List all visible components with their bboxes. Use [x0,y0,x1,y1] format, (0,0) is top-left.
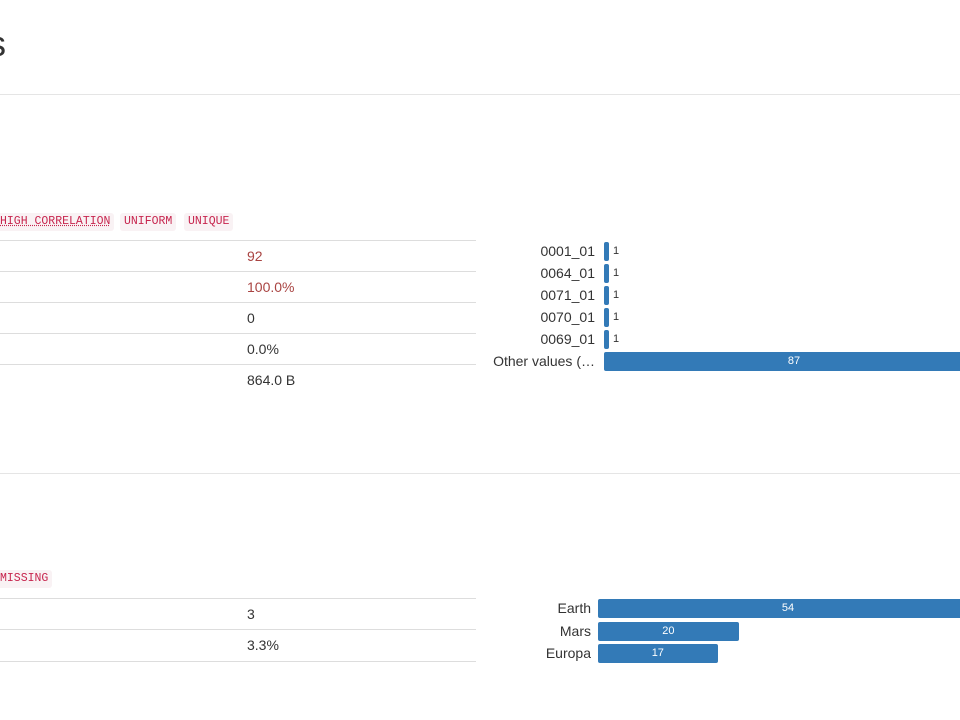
bar-value-label: 1 [613,289,620,301]
stat-row: 92 [0,240,476,272]
bar [604,286,609,305]
bar-value-label: 1 [613,333,620,345]
bar-category-label: 0071_01 [540,287,595,303]
variable2-frequency-chart: Earth 54 Mars 20 Europa 17 [480,596,960,668]
stat-value: 3.3% [247,637,279,653]
badge-uniform: UNIFORM [120,213,177,231]
stat-value: 92 [247,248,263,264]
page-title: s [0,20,6,68]
stat-row: 864.0 B [0,364,476,396]
bar-category-label: 0070_01 [540,309,595,325]
bar-value-label: 1 [613,245,620,257]
header-divider [0,94,960,95]
bar [604,330,609,349]
variable1-frequency-chart: 0001_01 1 0064_01 1 0071_01 1 0070_01 1 0069_01 1… [480,238,960,378]
stat-value: 864.0 B [247,372,296,388]
section-divider [0,473,960,474]
stat-row: 3 [0,598,476,630]
bar-value-label: 54 [781,602,795,614]
stat-value: 100.0% [247,279,295,295]
stat-row: 0 [0,302,476,334]
bar-category-label: Europa [545,645,591,661]
stat-row: 100.0% [0,271,476,303]
bar-value-label: 1 [613,311,620,323]
bar [604,308,609,327]
stat-value: 3 [247,606,255,622]
bar-category-label: 0064_01 [540,265,595,281]
stat-value: 0 [247,310,255,326]
bar-category-label: Earth [557,600,591,616]
badge-missing: MISSING [0,570,53,588]
bar-value-label: 17 [651,647,664,659]
bar [604,264,609,283]
stat-row: 3.3% [0,629,476,662]
bar-category-label: Other values (… [493,353,595,369]
stat-row: 0.0% [0,333,476,365]
bar [604,242,609,261]
badge-high-correlation[interactable]: HIGH CORRELATION [0,213,115,231]
stat-value: 0.0% [247,341,279,357]
bar-category-label: Mars [559,622,591,639]
badge-unique: UNIQUE [184,213,234,231]
bar-category-label: 0069_01 [540,331,595,347]
bar-value-label: 87 [787,355,801,367]
bar-value-label: 1 [613,267,620,279]
bar-value-label: 20 [662,624,675,637]
bar-category-label: 0001_01 [540,243,595,259]
